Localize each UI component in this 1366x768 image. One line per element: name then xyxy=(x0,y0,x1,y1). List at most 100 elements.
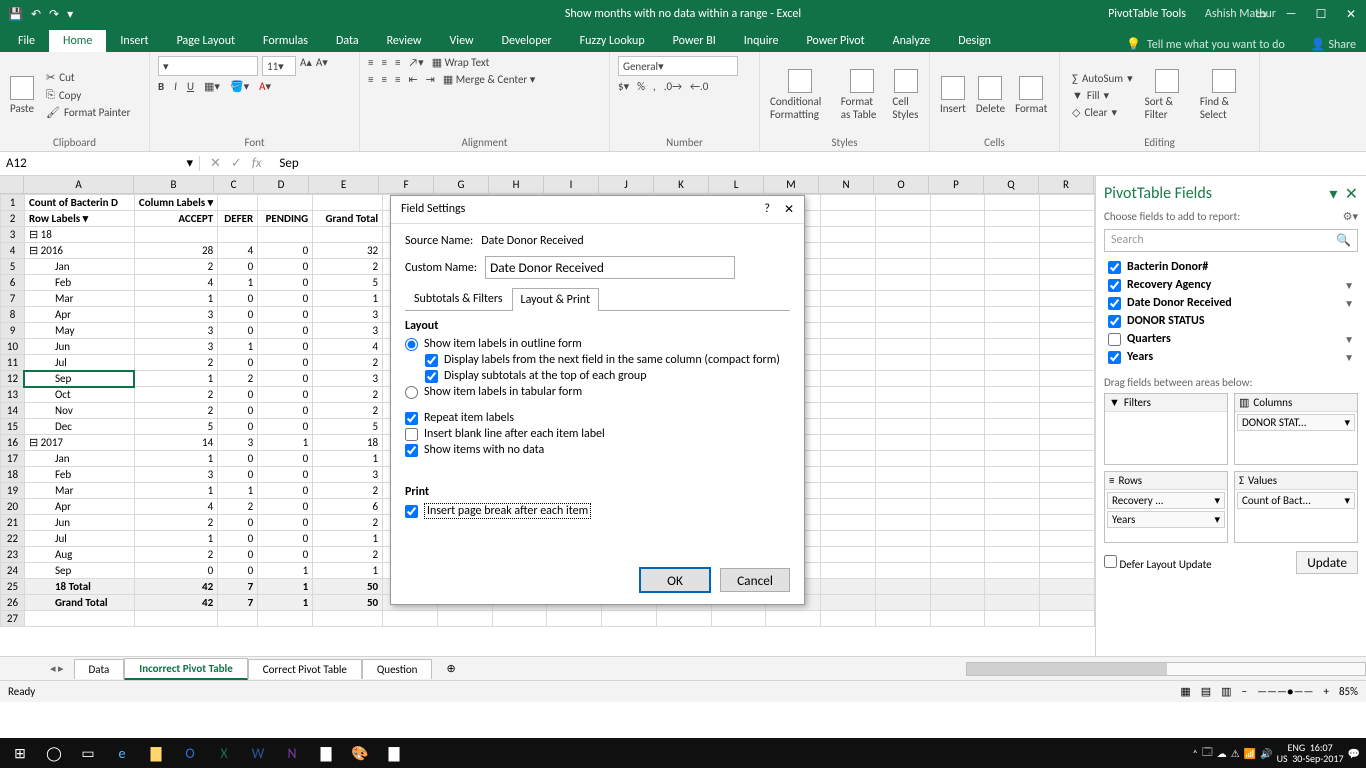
col-header[interactable]: C xyxy=(214,176,254,193)
col-header[interactable]: P xyxy=(929,176,984,193)
word-icon[interactable]: W xyxy=(244,741,272,765)
save-icon[interactable]: 💾 xyxy=(8,7,23,22)
inc-indent-icon[interactable]: ⇥ xyxy=(426,73,435,86)
fields-search-input[interactable]: Search🔍 xyxy=(1104,229,1358,252)
col-header[interactable]: L xyxy=(709,176,764,193)
cortana-icon[interactable]: ◯ xyxy=(40,741,68,765)
table-row[interactable]: 27 xyxy=(1,611,1095,627)
app-icon[interactable]: 🎨 xyxy=(346,741,374,765)
tab-review[interactable]: Review xyxy=(373,30,436,52)
onenote-icon[interactable]: N xyxy=(278,741,306,765)
percent-icon[interactable]: % xyxy=(637,80,645,93)
update-button[interactable]: Update xyxy=(1296,551,1358,574)
wrap-text-button[interactable]: ▦ Wrap Text xyxy=(432,56,490,69)
fields-pane-dropdown-icon[interactable]: ▾ xyxy=(1329,185,1337,204)
cancel-button[interactable]: Cancel xyxy=(720,568,790,592)
formula-input[interactable]: Sep xyxy=(271,156,1366,171)
bold-button[interactable]: B xyxy=(158,80,164,93)
undo-icon[interactable]: ↶ xyxy=(31,7,41,22)
taskview-icon[interactable]: ▭ xyxy=(74,741,102,765)
sheet-tab-incorrect[interactable]: Incorrect Pivot Table xyxy=(124,658,248,680)
ok-button[interactable]: OK xyxy=(640,568,710,592)
shrink-font-icon[interactable]: A▾ xyxy=(316,56,328,76)
autosum-button[interactable]: ∑ AutoSum ▾ xyxy=(1068,71,1137,86)
tab-file[interactable]: File xyxy=(4,30,49,52)
format-painter-button[interactable]: 🖌 Format Painter xyxy=(42,105,134,120)
field-list-item[interactable]: Recovery Agency▼ xyxy=(1104,276,1358,294)
find-select-button[interactable]: Find & Select xyxy=(1198,67,1251,123)
field-list-item[interactable]: Years▼ xyxy=(1104,348,1358,366)
font-color-button[interactable]: A▾ xyxy=(259,80,271,93)
values-area[interactable]: ΣValues Count of Bact...▾ xyxy=(1234,471,1358,543)
clear-button[interactable]: ◇ Clear ▾ xyxy=(1068,105,1137,120)
col-header[interactable]: F xyxy=(379,176,434,193)
sort-filter-button[interactable]: Sort & Filter xyxy=(1143,67,1192,123)
zoom-in-icon[interactable]: + xyxy=(1324,685,1329,698)
align-bot-icon[interactable]: ≡ xyxy=(395,56,400,69)
opt-subtotals-top[interactable]: Display subtotals at the top of each gro… xyxy=(425,369,790,383)
align-top-icon[interactable]: ≡ xyxy=(368,56,373,69)
cancel-formula-icon[interactable]: ✕ xyxy=(210,156,221,171)
conditional-formatting-button[interactable]: Conditional Formatting xyxy=(768,67,833,123)
name-box[interactable]: A12▾ xyxy=(0,156,200,171)
tab-fuzzy-lookup[interactable]: Fuzzy Lookup xyxy=(566,30,659,52)
fields-pane-gear-icon[interactable]: ⚙▾ xyxy=(1343,210,1358,223)
orientation-icon[interactable]: ↗▾ xyxy=(408,56,423,69)
col-header[interactable]: Q xyxy=(984,176,1039,193)
col-header[interactable]: N xyxy=(819,176,874,193)
col-header[interactable]: E xyxy=(309,176,379,193)
sheet-tab-correct[interactable]: Correct Pivot Table xyxy=(248,659,362,679)
share-button[interactable]: 👤 Share xyxy=(1311,37,1356,52)
tray-icon[interactable]: ☁ xyxy=(1217,747,1227,760)
paste-button[interactable]: Paste xyxy=(8,74,36,117)
excel-icon[interactable]: X xyxy=(210,741,238,765)
tab-analyze[interactable]: Analyze xyxy=(879,30,945,52)
delete-cells-button[interactable]: Delete xyxy=(974,74,1007,117)
maximize-icon[interactable]: ☐ xyxy=(1306,7,1336,22)
tab-data[interactable]: Data xyxy=(322,30,373,52)
tab-inquire[interactable]: Inquire xyxy=(730,30,793,52)
minimize-icon[interactable]: — xyxy=(1276,7,1306,22)
dec-indent-icon[interactable]: ⇤ xyxy=(408,73,417,86)
tell-me-input[interactable]: Tell me what you want to do xyxy=(1147,38,1285,52)
tab-home[interactable]: Home xyxy=(49,30,106,52)
dialog-close-icon[interactable]: ✕ xyxy=(784,202,794,217)
view-layout-icon[interactable]: ▤ xyxy=(1201,685,1211,698)
area-item[interactable]: Years▾ xyxy=(1107,511,1225,528)
col-header[interactable]: R xyxy=(1039,176,1094,193)
field-list-item[interactable]: DONOR STATUS xyxy=(1104,312,1358,330)
align-mid-icon[interactable]: ≡ xyxy=(381,56,386,69)
opt-page-break[interactable]: Insert page break after each item xyxy=(405,503,790,519)
notifications-icon[interactable]: 💬 xyxy=(1348,747,1360,760)
tab-power-bi[interactable]: Power BI xyxy=(659,30,730,52)
col-header[interactable]: A xyxy=(24,176,134,193)
col-header[interactable]: B xyxy=(134,176,214,193)
fill-color-button[interactable]: 🪣▾ xyxy=(230,80,249,93)
col-header[interactable]: I xyxy=(544,176,599,193)
explorer-icon[interactable]: ▇ xyxy=(142,741,170,765)
align-right-icon[interactable]: ≡ xyxy=(395,73,400,86)
tab-developer[interactable]: Developer xyxy=(488,30,566,52)
inc-decimal-icon[interactable]: .0→ xyxy=(664,80,682,93)
col-header[interactable]: G xyxy=(434,176,489,193)
col-header[interactable]: H xyxy=(489,176,544,193)
zoom-level[interactable]: 85% xyxy=(1339,685,1358,698)
opt-blank-line[interactable]: Insert blank line after each item label xyxy=(405,427,790,441)
underline-button[interactable]: U xyxy=(187,80,194,93)
qat-more-icon[interactable]: ▾ xyxy=(67,7,73,22)
align-left-icon[interactable]: ≡ xyxy=(368,73,373,86)
redo-icon[interactable]: ↷ xyxy=(49,7,59,22)
tab-view[interactable]: View xyxy=(436,30,488,52)
zoom-out-icon[interactable]: − xyxy=(1242,685,1247,698)
format-cells-button[interactable]: Format xyxy=(1013,74,1049,117)
opt-show-no-data[interactable]: Show items with no data xyxy=(405,443,790,457)
fields-pane-close-icon[interactable]: ✕ xyxy=(1345,185,1358,204)
fill-button[interactable]: ▼ Fill ▾ xyxy=(1068,88,1137,103)
tab-subtotals-filters[interactable]: Subtotals & Filters xyxy=(405,287,512,310)
dialog-help-icon[interactable]: ? xyxy=(764,202,770,217)
dec-decimal-icon[interactable]: ←.0 xyxy=(690,80,708,93)
filters-area[interactable]: ▼Filters xyxy=(1104,393,1228,465)
field-list-item[interactable]: Quarters▼ xyxy=(1104,330,1358,348)
grow-font-icon[interactable]: A▴ xyxy=(300,56,312,76)
area-item[interactable]: Count of Bact...▾ xyxy=(1237,492,1355,509)
